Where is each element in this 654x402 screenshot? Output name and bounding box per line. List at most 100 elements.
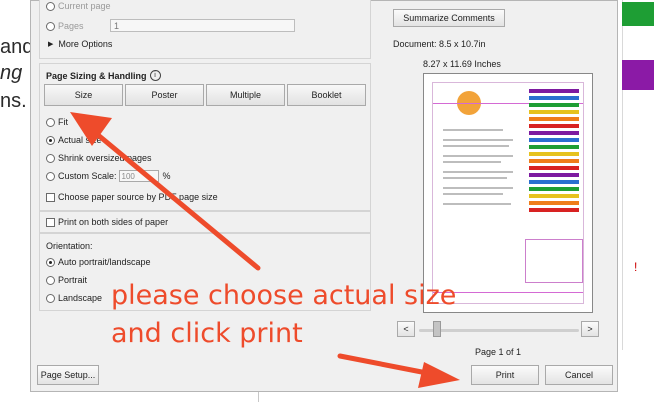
actual-size-option[interactable]: Actual size: [46, 135, 102, 145]
print-button[interactable]: Print: [471, 365, 539, 385]
page-slider-thumb[interactable]: [433, 321, 441, 337]
cancel-button[interactable]: Cancel: [545, 365, 613, 385]
current-page-label: Current page: [58, 1, 111, 11]
custom-scale-radio[interactable]: [46, 171, 55, 181]
background-green-bar: [622, 2, 654, 26]
background-purple-bar: [622, 60, 654, 90]
preview-text-line: [443, 187, 513, 189]
orient-auto-radio[interactable]: [46, 257, 55, 267]
preview-text-line: [443, 171, 513, 173]
orient-auto-label: Auto portrait/landscape: [58, 257, 151, 267]
preview-stripe: [529, 201, 579, 205]
preview-text-line: [443, 155, 513, 157]
both-sides-label: Print on both sides of paper: [58, 217, 169, 227]
orientation-label: Orientation:: [46, 241, 93, 251]
preview-stripe: [529, 159, 579, 163]
both-sides-checkbox[interactable]: [46, 217, 55, 227]
booklet-button[interactable]: Booklet: [287, 84, 366, 106]
background-text-line: and: [0, 36, 34, 58]
orient-landscape-radio[interactable]: [46, 293, 55, 303]
page-counter: Page 1 of 1: [475, 347, 522, 357]
annotation-text-line: and click print: [111, 318, 303, 349]
print-preview: [423, 73, 593, 313]
pages-input[interactable]: 1: [110, 19, 295, 32]
more-options-label: More Options: [58, 39, 113, 49]
preview-signature-box: [525, 239, 583, 283]
preview-text-line: [443, 129, 503, 131]
orient-landscape-label: Landscape: [58, 293, 103, 303]
fit-label: Fit: [58, 117, 68, 127]
pages-label: Pages: [58, 21, 84, 31]
page-slider-track[interactable]: [419, 329, 579, 332]
shrink-radio[interactable]: [46, 153, 55, 163]
page-sizing-title: Page Sizing & Handling i: [46, 70, 161, 81]
actual-size-label: Actual size: [58, 135, 102, 145]
custom-scale-label: Custom Scale:: [58, 171, 117, 181]
multiple-button[interactable]: Multiple: [206, 84, 285, 106]
document-size-label: Document: 8.5 x 10.7in: [393, 39, 486, 49]
custom-scale-option[interactable]: Custom Scale: 100 %: [46, 170, 171, 182]
next-page-button[interactable]: >: [581, 321, 599, 337]
previous-page-button[interactable]: <: [397, 321, 415, 337]
orient-auto-option[interactable]: Auto portrait/landscape: [46, 257, 151, 267]
preview-text-line: [443, 145, 509, 147]
preview-text-line: [443, 161, 501, 163]
orient-portrait-option[interactable]: Portrait: [46, 275, 87, 285]
percent-label: %: [162, 171, 171, 181]
preview-text-line: [443, 139, 513, 141]
preview-stripe: [529, 187, 579, 191]
preview-stripe: [529, 110, 579, 114]
background-divider: [622, 0, 623, 350]
custom-scale-input[interactable]: 100: [118, 170, 159, 182]
preview-pane: Summarize Comments Document: 8.5 x 10.7i…: [379, 1, 617, 393]
summarize-comments-button[interactable]: Summarize Comments: [393, 9, 505, 27]
page-sizing-title-text: Page Sizing & Handling: [46, 70, 147, 81]
current-page-option[interactable]: Current page: [46, 1, 111, 11]
shrink-label: Shrink oversized pages: [58, 153, 152, 163]
orient-portrait-radio[interactable]: [46, 275, 55, 285]
pages-option[interactable]: Pages: [46, 21, 84, 31]
preview-stripe: [529, 103, 579, 107]
preview-stripe: [529, 89, 579, 93]
preview-stripe: [529, 152, 579, 156]
page-size-label: 8.27 x 11.69 Inches: [423, 59, 501, 69]
preview-stripe: [529, 180, 579, 184]
more-options-toggle[interactable]: ▶ More Options: [48, 39, 112, 49]
current-page-radio[interactable]: [46, 1, 55, 11]
background-text-line: ng: [0, 62, 23, 84]
both-sides-option[interactable]: Print on both sides of paper: [46, 217, 168, 227]
background-exclamation: !: [634, 260, 638, 274]
paper-source-option[interactable]: Choose paper source by PDF page size: [46, 192, 218, 202]
annotation-text-line: please choose actual size: [111, 280, 457, 311]
poster-button[interactable]: Poster: [125, 84, 204, 106]
preview-stripe: [529, 208, 579, 212]
page-sizing-panel: Page Sizing & Handling i Size Poster Mul…: [39, 63, 371, 211]
preview-page: [432, 82, 584, 304]
fit-radio[interactable]: [46, 117, 55, 127]
preview-stripe: [529, 194, 579, 198]
orient-portrait-label: Portrait: [58, 275, 88, 285]
preview-stripe: [529, 124, 579, 128]
preview-stripe: [529, 131, 579, 135]
page-range-panel: Current page Pages 1 ▶ More Options: [39, 0, 371, 59]
size-button[interactable]: Size: [44, 84, 123, 106]
pages-radio[interactable]: [46, 21, 55, 31]
background-text-line: ns.: [0, 90, 27, 112]
preview-text-line: [443, 177, 507, 179]
shrink-option[interactable]: Shrink oversized pages: [46, 153, 152, 163]
actual-size-radio[interactable]: [46, 135, 55, 145]
preview-text-line: [443, 203, 511, 205]
preview-stripe: [529, 117, 579, 121]
orient-landscape-option[interactable]: Landscape: [46, 293, 102, 303]
expand-triangle-icon: ▶: [48, 41, 54, 48]
sizing-mode-buttons: Size Poster Multiple Booklet: [44, 84, 366, 106]
page-setup-button[interactable]: Page Setup...: [37, 365, 99, 385]
preview-stripe: [529, 96, 579, 100]
fit-option[interactable]: Fit: [46, 117, 68, 127]
preview-stripe: [529, 138, 579, 142]
paper-source-checkbox[interactable]: [46, 192, 55, 202]
info-icon[interactable]: i: [149, 70, 161, 81]
preview-stripe: [529, 166, 579, 170]
preview-text-line: [443, 193, 503, 195]
paper-source-label: Choose paper source by PDF page size: [58, 192, 218, 202]
